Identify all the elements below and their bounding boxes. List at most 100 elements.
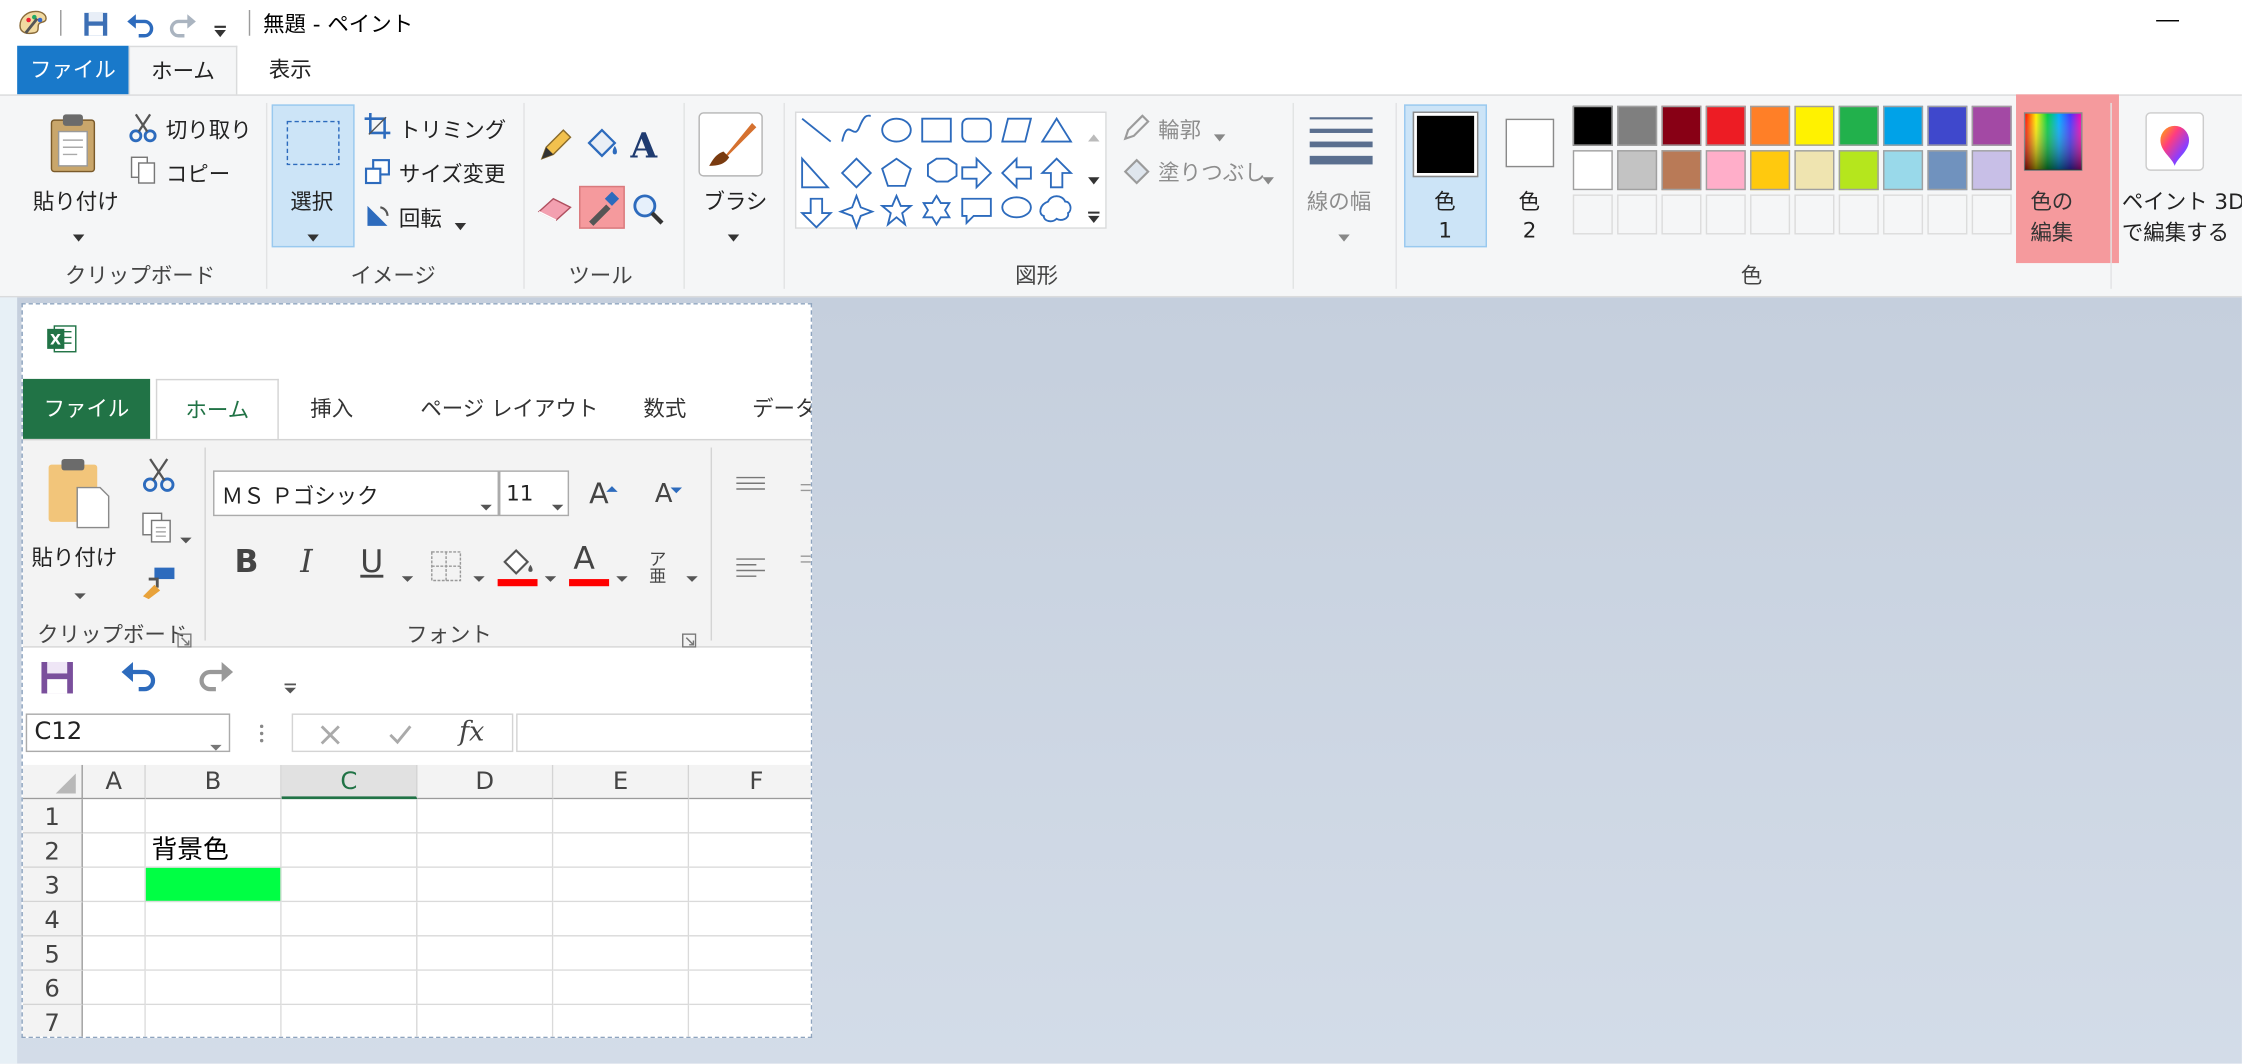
- excel-tab-data[interactable]: データ: [752, 379, 811, 439]
- cell-f3[interactable]: [689, 867, 811, 903]
- cell-c5[interactable]: [281, 936, 418, 971]
- cell-b3[interactable]: [145, 867, 282, 903]
- select-dropdown-icon[interactable]: [306, 222, 320, 242]
- cell-a7[interactable]: [82, 1005, 146, 1037]
- palette-custom-color-6[interactable]: [1794, 194, 1835, 235]
- palette-color-row1-3[interactable]: [1661, 105, 1702, 146]
- outline-button[interactable]: 輪郭: [1158, 114, 1201, 144]
- column-header-a[interactable]: A: [82, 764, 146, 800]
- cell-a6[interactable]: [82, 970, 146, 1006]
- excel-underline-dropdown-icon[interactable]: [401, 562, 414, 582]
- resize-button[interactable]: サイズ変更: [399, 159, 506, 189]
- palette-color-row2-8[interactable]: [1883, 150, 1924, 191]
- palette-custom-color-5[interactable]: [1750, 194, 1791, 235]
- cell-c2[interactable]: [281, 833, 418, 868]
- line-size-icon[interactable]: [1307, 112, 1376, 172]
- cell-f4[interactable]: [689, 902, 811, 937]
- palette-color-row2-7[interactable]: [1838, 150, 1879, 191]
- shapes-more-icon[interactable]: [1087, 203, 1101, 224]
- palette-custom-color-1[interactable]: [1572, 194, 1613, 235]
- excel-font-color-dropdown-icon[interactable]: [616, 562, 628, 582]
- palette-color-row1-2[interactable]: [1617, 105, 1658, 146]
- paint-3d-button[interactable]: [2145, 112, 2205, 172]
- palette-color-row1-8[interactable]: [1883, 105, 1924, 146]
- excel-tab-insert[interactable]: 挿入: [310, 379, 353, 439]
- cell-a3[interactable]: [82, 867, 146, 903]
- cell-b2[interactable]: 背景色: [145, 833, 282, 868]
- paint-app-icon[interactable]: [17, 9, 48, 38]
- excel-paste-dropdown-icon[interactable]: [74, 579, 86, 600]
- palette-color-row2-3[interactable]: [1661, 150, 1702, 191]
- line-size-dropdown-icon[interactable]: [1337, 222, 1351, 242]
- cell-d1[interactable]: [417, 799, 554, 834]
- excel-align-top-icon[interactable]: [735, 473, 766, 493]
- excel-phonetic-dropdown-icon[interactable]: [686, 562, 698, 582]
- column-header-b[interactable]: B: [145, 764, 282, 800]
- copy-button[interactable]: コピー: [166, 159, 230, 189]
- excel-tab-page-layout[interactable]: ページ レイアウト: [420, 379, 598, 439]
- cell-d3[interactable]: [417, 867, 554, 903]
- rotate-button[interactable]: 回転: [399, 203, 442, 233]
- palette-color-row2-2[interactable]: [1617, 150, 1658, 191]
- tab-home[interactable]: ホーム: [128, 45, 238, 96]
- eraser-icon[interactable]: [535, 192, 575, 223]
- cell-c1[interactable]: [281, 799, 418, 834]
- cell-f6[interactable]: [689, 970, 811, 1006]
- excel-redo-icon[interactable]: [197, 658, 234, 695]
- cell-d6[interactable]: [417, 970, 554, 1006]
- shapes-scroll-down-icon[interactable]: [1087, 164, 1101, 185]
- palette-color-row2-6[interactable]: [1794, 150, 1835, 191]
- cell-c7[interactable]: [281, 1005, 418, 1037]
- cell-e6[interactable]: [553, 970, 690, 1006]
- palette-color-row2-4[interactable]: [1705, 150, 1746, 191]
- paste-button[interactable]: 貼り付け: [33, 186, 119, 216]
- palette-color-row2-9[interactable]: [1927, 150, 1968, 191]
- cell-e7[interactable]: [553, 1005, 690, 1037]
- row-header-2[interactable]: 2: [22, 833, 83, 868]
- column-header-e[interactable]: E: [553, 764, 690, 800]
- cell-d7[interactable]: [417, 1005, 554, 1037]
- excel-formula-bar-grip-icon[interactable]: [259, 722, 265, 743]
- excel-font-name-box[interactable]: ＭＳ Ｐゴシック: [213, 470, 500, 517]
- cell-f1[interactable]: [689, 799, 811, 834]
- palette-color-row1-9[interactable]: [1927, 105, 1968, 146]
- cell-d5[interactable]: [417, 936, 554, 971]
- pencil-icon[interactable]: [538, 129, 572, 163]
- excel-underline-button[interactable]: U: [360, 545, 383, 581]
- cell-e1[interactable]: [553, 799, 690, 834]
- resize-icon[interactable]: [363, 157, 392, 186]
- cell-b4[interactable]: [145, 902, 282, 937]
- excel-paste-icon[interactable]: [46, 456, 112, 530]
- cell-a5[interactable]: [82, 936, 146, 971]
- brush-button[interactable]: ブラシ: [703, 186, 767, 216]
- palette-color-row1-7[interactable]: [1838, 105, 1879, 146]
- palette-custom-color-3[interactable]: [1661, 194, 1702, 235]
- cell-a1[interactable]: [82, 799, 146, 834]
- row-header-7[interactable]: 7: [22, 1005, 83, 1037]
- color-picker-icon[interactable]: [579, 185, 625, 229]
- cell-f2[interactable]: [689, 833, 811, 868]
- palette-custom-color-10[interactable]: [1971, 194, 2012, 235]
- excel-borders-dropdown-icon[interactable]: [473, 562, 485, 582]
- paste-dropdown-icon[interactable]: [71, 222, 85, 242]
- color-2-swatch[interactable]: [1505, 118, 1555, 168]
- excel-undo-icon[interactable]: [120, 658, 157, 695]
- excel-format-painter-icon[interactable]: [140, 565, 177, 600]
- palette-color-row1-4[interactable]: [1705, 105, 1746, 146]
- excel-font-color-button[interactable]: A: [573, 542, 595, 578]
- excel-align-more-icon[interactable]: [799, 476, 811, 579]
- cell-e3[interactable]: [553, 867, 690, 903]
- shapes-scroll-up-icon[interactable]: [1087, 123, 1101, 142]
- minimize-button[interactable]: [2156, 20, 2180, 22]
- cell-a2[interactable]: [82, 833, 146, 868]
- excel-tab-formulas[interactable]: 数式: [643, 379, 686, 439]
- cell-b7[interactable]: [145, 1005, 282, 1037]
- cell-c3[interactable]: [281, 867, 418, 903]
- cell-e5[interactable]: [553, 936, 690, 971]
- palette-color-row1-6[interactable]: [1794, 105, 1835, 146]
- brush-dropdown-icon[interactable]: [726, 222, 740, 242]
- shapes-gallery[interactable]: [794, 111, 1107, 230]
- palette-color-row2-1[interactable]: [1572, 150, 1613, 191]
- fill-button[interactable]: 塗りつぶし: [1158, 157, 1265, 187]
- excel-enter-icon[interactable]: [387, 723, 413, 746]
